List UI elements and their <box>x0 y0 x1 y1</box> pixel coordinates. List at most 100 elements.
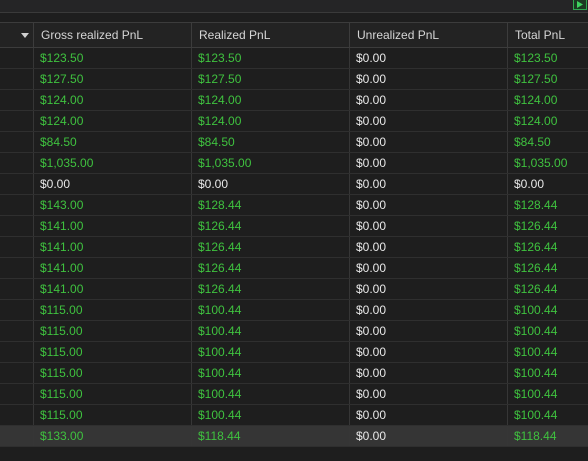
realized-pnl-cell: $126.44 <box>192 258 350 278</box>
total-pnl-cell: $124.00 <box>514 114 558 128</box>
row-gutter[interactable] <box>0 153 34 173</box>
total-pnl-cell: $100.44 <box>514 366 558 380</box>
table-row[interactable]: $124.00 $124.00 $0.00 $124.00 <box>0 90 588 111</box>
realized-pnl-cell: $100.44 <box>192 342 350 362</box>
table-row[interactable]: $1,035.00 $1,035.00 $0.00 $1,035.00 <box>0 153 588 174</box>
unrealized-pnl-cell: $0.00 <box>350 174 508 194</box>
sort-column-header[interactable] <box>0 23 34 48</box>
table-row[interactable]: $141.00 $126.44 $0.00 $126.44 <box>0 279 588 300</box>
realized-pnl-cell: $100.44 <box>192 363 350 383</box>
unrealized-pnl-cell: $0.00 <box>350 132 508 152</box>
table-row[interactable]: $141.00 $126.44 $0.00 $126.44 <box>0 216 588 237</box>
gross-realized-pnl-cell: $124.00 <box>34 111 192 131</box>
table-row[interactable]: $0.00 $0.00 $0.00 $0.00 <box>0 174 588 195</box>
gross-realized-pnl-cell: $115.00 <box>34 405 192 425</box>
total-pnl-cell: $123.50 <box>514 51 558 65</box>
gross-realized-pnl-cell: $143.00 <box>34 195 192 215</box>
row-gutter[interactable] <box>0 90 34 110</box>
gross-realized-pnl-cell: $115.00 <box>34 363 192 383</box>
table-body: $123.50 $123.50 $0.00 $123.50 $127.50 $127.50… <box>0 48 588 447</box>
row-gutter[interactable] <box>0 279 34 299</box>
table-row[interactable]: $84.50 $84.50 $0.00 $84.50 <box>0 132 588 153</box>
row-gutter[interactable] <box>0 321 34 341</box>
row-gutter[interactable] <box>0 384 34 404</box>
realized-pnl-cell: $123.50 <box>192 48 350 68</box>
column-header-gross-realized-pnl[interactable]: Gross realized PnL <box>34 23 192 48</box>
table-row[interactable]: $115.00 $100.44 $0.00 $100.44 <box>0 363 588 384</box>
total-pnl-cell: $118.44 <box>514 429 557 443</box>
realized-pnl-cell: $84.50 <box>192 132 350 152</box>
column-header-total-pnl[interactable]: Total PnL <box>508 23 588 48</box>
table-row[interactable]: $124.00 $124.00 $0.00 $124.00 <box>0 111 588 132</box>
row-gutter[interactable] <box>0 48 34 68</box>
row-gutter[interactable] <box>0 237 34 257</box>
table-row[interactable]: $115.00 $100.44 $0.00 $100.44 <box>0 321 588 342</box>
unrealized-pnl-cell: $0.00 <box>350 195 508 215</box>
gross-realized-pnl-cell: $127.50 <box>34 69 192 89</box>
play-icon[interactable] <box>573 0 587 10</box>
table-row[interactable]: $115.00 $100.44 $0.00 $100.44 <box>0 405 588 426</box>
row-gutter[interactable] <box>0 405 34 425</box>
row-gutter[interactable] <box>0 195 34 215</box>
total-pnl-cell: $126.44 <box>514 219 558 233</box>
table-row[interactable]: $133.00 $118.44 $0.00 $118.44 <box>0 426 588 447</box>
unrealized-pnl-cell: $0.00 <box>350 258 508 278</box>
row-gutter[interactable] <box>0 69 34 89</box>
gross-realized-pnl-cell: $141.00 <box>34 258 192 278</box>
unrealized-pnl-cell: $0.00 <box>350 216 508 236</box>
gross-realized-pnl-cell: $0.00 <box>34 174 192 194</box>
realized-pnl-cell: $124.00 <box>192 90 350 110</box>
row-gutter[interactable] <box>0 111 34 131</box>
table-row[interactable]: $123.50 $123.50 $0.00 $123.50 <box>0 48 588 69</box>
row-gutter[interactable] <box>0 132 34 152</box>
gross-realized-pnl-cell: $84.50 <box>34 132 192 152</box>
total-pnl-cell: $100.44 <box>514 324 558 338</box>
row-gutter[interactable] <box>0 363 34 383</box>
realized-pnl-cell: $100.44 <box>192 300 350 320</box>
total-pnl-cell: $100.44 <box>514 303 558 317</box>
unrealized-pnl-cell: $0.00 <box>350 69 508 89</box>
chevron-down-icon[interactable] <box>21 33 29 38</box>
table-row[interactable]: $115.00 $100.44 $0.00 $100.44 <box>0 300 588 321</box>
realized-pnl-cell: $0.00 <box>192 174 350 194</box>
top-toolbar-strip <box>0 0 588 13</box>
unrealized-pnl-cell: $0.00 <box>350 90 508 110</box>
realized-pnl-cell: $126.44 <box>192 237 350 257</box>
table-row[interactable]: $127.50 $127.50 $0.00 $127.50 <box>0 69 588 90</box>
total-pnl-cell: $1,035.00 <box>514 156 568 170</box>
row-gutter[interactable] <box>0 216 34 236</box>
unrealized-pnl-cell: $0.00 <box>350 363 508 383</box>
total-pnl-cell: $100.44 <box>514 345 558 359</box>
table-header: Gross realized PnL Realized PnL Unrealiz… <box>0 22 588 48</box>
table-row[interactable]: $115.00 $100.44 $0.00 $100.44 <box>0 384 588 405</box>
pnl-grid-window: Gross realized PnL Realized PnL Unrealiz… <box>0 0 588 461</box>
total-pnl-cell: $100.44 <box>514 408 558 422</box>
table-row[interactable]: $115.00 $100.44 $0.00 $100.44 <box>0 342 588 363</box>
unrealized-pnl-cell: $0.00 <box>350 279 508 299</box>
gross-realized-pnl-cell: $123.50 <box>34 48 192 68</box>
row-gutter[interactable] <box>0 426 34 446</box>
column-header-realized-pnl[interactable]: Realized PnL <box>192 23 350 48</box>
row-gutter[interactable] <box>0 174 34 194</box>
row-gutter[interactable] <box>0 300 34 320</box>
table-row[interactable]: $143.00 $128.44 $0.00 $128.44 <box>0 195 588 216</box>
unrealized-pnl-cell: $0.00 <box>350 153 508 173</box>
realized-pnl-cell: $127.50 <box>192 69 350 89</box>
realized-pnl-cell: $124.00 <box>192 111 350 131</box>
table-row[interactable]: $141.00 $126.44 $0.00 $126.44 <box>0 258 588 279</box>
row-gutter[interactable] <box>0 258 34 278</box>
total-pnl-cell: $127.50 <box>514 72 558 86</box>
realized-pnl-cell: $126.44 <box>192 279 350 299</box>
realized-pnl-cell: $100.44 <box>192 405 350 425</box>
column-header-unrealized-pnl[interactable]: Unrealized PnL <box>350 23 508 48</box>
total-pnl-cell: $128.44 <box>514 198 558 212</box>
row-gutter[interactable] <box>0 342 34 362</box>
table-row[interactable]: $141.00 $126.44 $0.00 $126.44 <box>0 237 588 258</box>
gross-realized-pnl-cell: $141.00 <box>34 216 192 236</box>
unrealized-pnl-cell: $0.00 <box>350 342 508 362</box>
realized-pnl-cell: $128.44 <box>192 195 350 215</box>
realized-pnl-cell: $1,035.00 <box>192 153 350 173</box>
gross-realized-pnl-cell: $115.00 <box>34 321 192 341</box>
total-pnl-cell: $100.44 <box>514 387 558 401</box>
gross-realized-pnl-cell: $133.00 <box>34 426 192 446</box>
